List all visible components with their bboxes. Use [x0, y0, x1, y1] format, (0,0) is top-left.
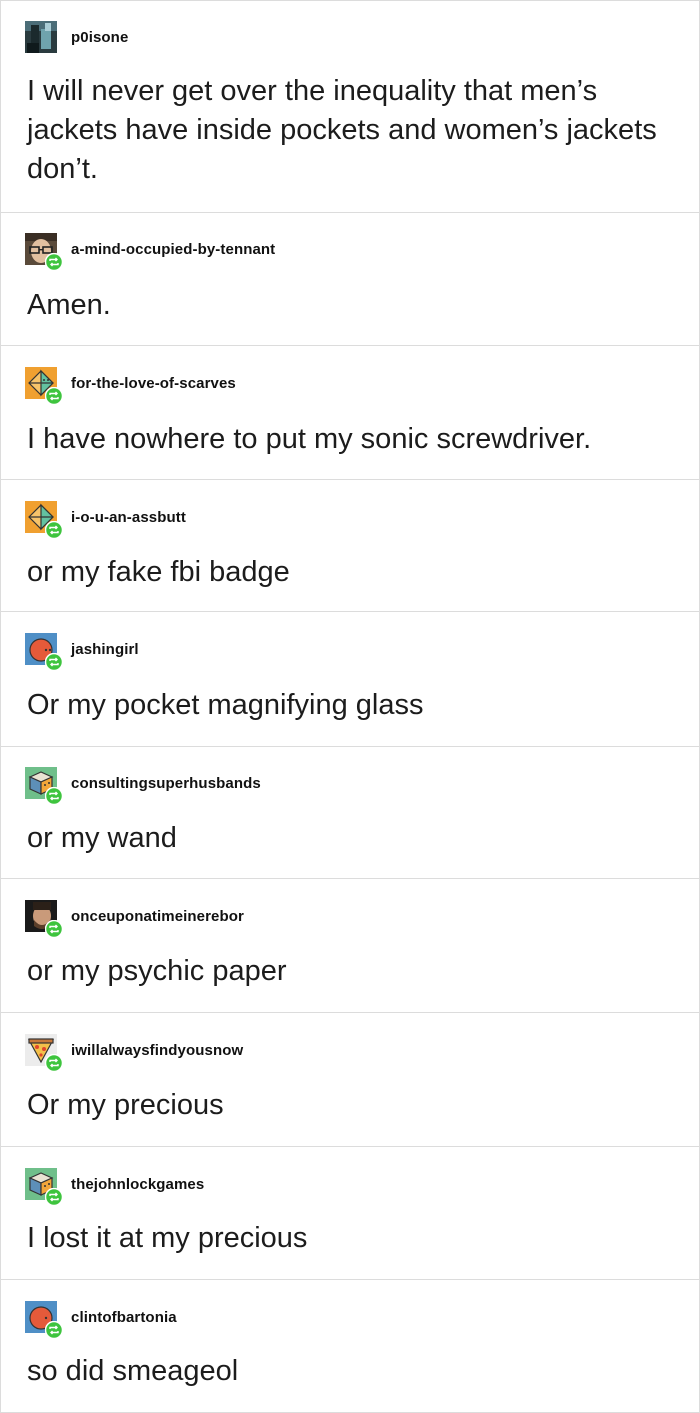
- username[interactable]: for-the-love-of-scarves: [71, 375, 236, 392]
- post-6: onceuponatimeinerebor or my psychic pape…: [1, 879, 699, 1013]
- avatar[interactable]: [25, 1168, 63, 1206]
- reblog-badge-icon: [45, 387, 63, 405]
- reblog-badge-icon: [45, 1321, 63, 1339]
- avatar[interactable]: [25, 633, 63, 671]
- username[interactable]: jashingirl: [71, 641, 139, 658]
- post-8-header: thejohnlockgames: [25, 1168, 204, 1206]
- post-6-header: onceuponatimeinerebor: [25, 900, 244, 938]
- post-text: I have nowhere to put my sonic screwdriv…: [27, 423, 592, 455]
- post-8: thejohnlockgames I lost it at my preciou…: [1, 1147, 699, 1280]
- photo-avatar-dark-icon: [25, 21, 57, 53]
- reblog-thread: p0isone I will never get over the inequa…: [0, 0, 700, 1413]
- post-text: or my fake fbi badge: [27, 556, 290, 588]
- username[interactable]: a-mind-occupied-by-tennant: [71, 241, 275, 258]
- post-text: Amen.: [27, 289, 111, 321]
- post-1: a-mind-occupied-by-tennant Amen.: [1, 213, 699, 346]
- post-text: I lost it at my precious: [27, 1222, 308, 1254]
- reblog-badge-icon: [45, 253, 63, 271]
- username[interactable]: p0isone: [71, 29, 128, 46]
- post-5-header: consultingsuperhusbands: [25, 767, 261, 805]
- post-9-header: clintofbartonia: [25, 1301, 177, 1339]
- post-0: p0isone I will never get over the inequa…: [1, 1, 699, 213]
- post-2: for-the-love-of-scarves I have nowhere t…: [1, 346, 699, 480]
- reblog-badge-icon: [45, 521, 63, 539]
- avatar[interactable]: [25, 767, 63, 805]
- avatar[interactable]: [25, 501, 63, 539]
- username[interactable]: iwillalwaysfindyousnow: [71, 1042, 243, 1059]
- post-0-header: p0isone: [25, 21, 128, 53]
- post-5: consultingsuperhusbands or my wand: [1, 747, 699, 879]
- post-text: or my psychic paper: [27, 955, 287, 987]
- post-3: i-o-u-an-assbutt or my fake fbi badge: [1, 480, 699, 612]
- post-text: Or my pocket magnifying glass: [27, 689, 424, 721]
- username[interactable]: onceuponatimeinerebor: [71, 908, 244, 925]
- avatar[interactable]: [25, 1034, 63, 1072]
- reblog-badge-icon: [45, 653, 63, 671]
- username[interactable]: consultingsuperhusbands: [71, 775, 261, 792]
- avatar[interactable]: [25, 233, 63, 271]
- username[interactable]: thejohnlockgames: [71, 1176, 204, 1193]
- avatar[interactable]: [25, 21, 57, 53]
- username[interactable]: i-o-u-an-assbutt: [71, 509, 186, 526]
- post-2-header: for-the-love-of-scarves: [25, 367, 236, 405]
- username[interactable]: clintofbartonia: [71, 1309, 177, 1326]
- post-4-header: jashingirl: [25, 633, 139, 671]
- reblog-badge-icon: [45, 1188, 63, 1206]
- post-4: jashingirl Or my pocket magnifying glass: [1, 612, 699, 747]
- post-9: clintofbartonia so did smeageol: [1, 1280, 699, 1412]
- post-text: I will never get over the inequality tha…: [27, 75, 657, 185]
- avatar[interactable]: [25, 1301, 63, 1339]
- post-7-header: iwillalwaysfindyousnow: [25, 1034, 243, 1072]
- reblog-badge-icon: [45, 1054, 63, 1072]
- avatar[interactable]: [25, 367, 63, 405]
- post-text: Or my precious: [27, 1089, 224, 1121]
- avatar[interactable]: [25, 900, 63, 938]
- post-3-header: i-o-u-an-assbutt: [25, 501, 186, 539]
- reblog-badge-icon: [45, 787, 63, 805]
- reblog-badge-icon: [45, 920, 63, 938]
- post-text: or my wand: [27, 822, 177, 854]
- post-7: iwillalwaysfindyousnow Or my precious: [1, 1013, 699, 1147]
- post-text: so did smeageol: [27, 1355, 239, 1387]
- post-1-header: a-mind-occupied-by-tennant: [25, 233, 275, 271]
